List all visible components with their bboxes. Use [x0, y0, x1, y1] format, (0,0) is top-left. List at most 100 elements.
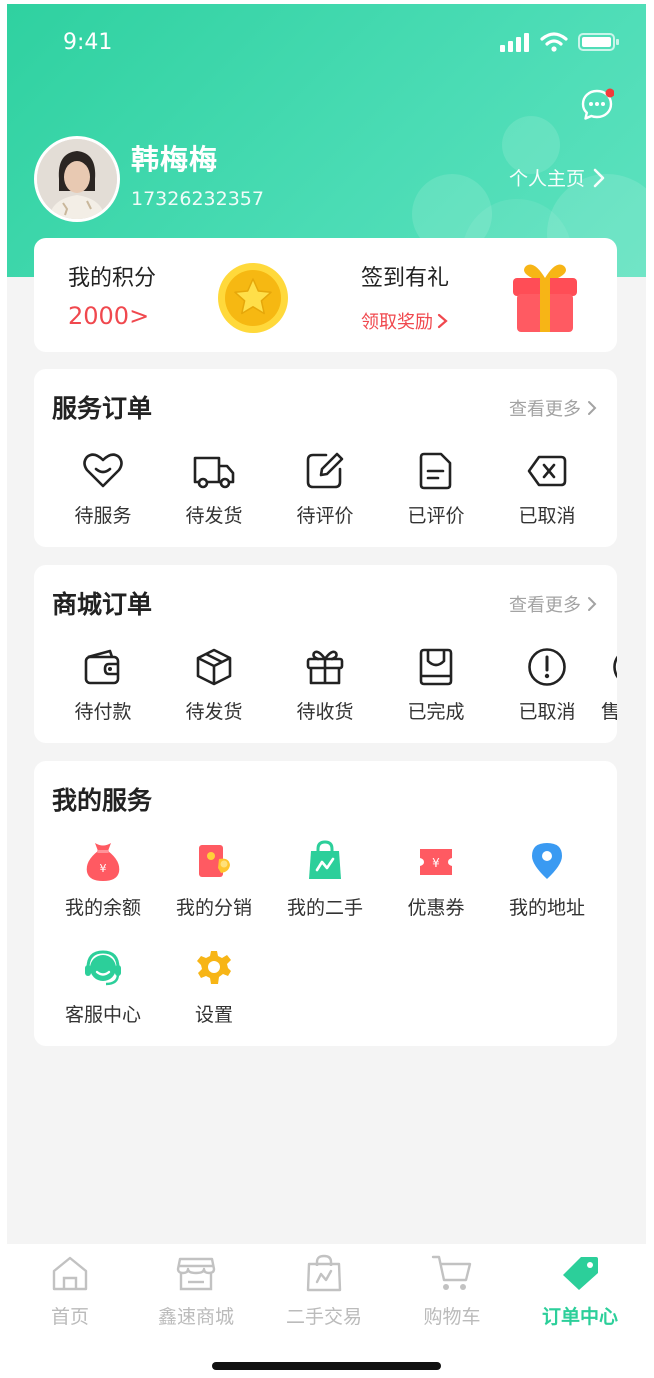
order-status-label: 待服务 — [74, 505, 132, 527]
order-status-label: 待付款 — [74, 701, 132, 723]
order-status-label: 待发货 — [185, 701, 243, 723]
tab-label: 购物车 — [423, 1306, 481, 1328]
service-address[interactable]: 我的地址 — [497, 839, 597, 920]
wifi-icon — [540, 32, 568, 52]
service-orders-card: 服务订单 查看更多 待服务 待发货 待评价 已评价 已取消 — [34, 369, 617, 547]
app-screen: 9:41 韩梅梅 17326232357 个人主页 我的积分 2000> 签到有… — [7, 4, 646, 1378]
completed-icon — [419, 648, 453, 686]
service-balance[interactable]: ¥ 我的余额 — [53, 839, 153, 920]
profile-header: 9:41 韩梅梅 17326232357 个人主页 — [7, 4, 646, 277]
wallet-icon — [84, 649, 120, 685]
document-icon — [419, 452, 452, 490]
tab-label: 首页 — [50, 1306, 89, 1328]
mall-order-cancelled[interactable]: 已取消 — [497, 647, 597, 724]
service-secondhand[interactable]: 我的二手 — [275, 839, 375, 920]
signin-reward-label: 领取奖励 — [361, 312, 433, 333]
service-order-pending-service[interactable]: 待服务 — [53, 451, 153, 528]
chevron-right-icon — [588, 401, 597, 415]
user-name: 韩梅梅 — [131, 143, 219, 176]
service-order-cancelled[interactable]: 已取消 — [497, 451, 597, 528]
service-order-pending-review[interactable]: 待评价 — [275, 451, 375, 528]
status-time: 9:41 — [63, 30, 113, 55]
service-settings[interactable]: 设置 — [164, 946, 264, 1027]
tab-label: 订单中心 — [541, 1306, 618, 1328]
service-orders-more-link[interactable]: 查看更多 — [509, 395, 597, 421]
distribution-icon — [199, 845, 230, 877]
svg-text:¥: ¥ — [100, 862, 107, 875]
mall-order-pending-payment[interactable]: 待付款 — [53, 647, 153, 724]
service-order-pending-shipment[interactable]: 待发货 — [164, 451, 264, 528]
mall-orders-more-link[interactable]: 查看更多 — [509, 591, 597, 617]
points-title: 我的积分 — [68, 266, 157, 291]
service-label: 我的余额 — [64, 897, 141, 919]
status-icons — [500, 32, 620, 52]
home-indicator — [212, 1362, 441, 1370]
tab-secondhand[interactable]: 二手交易 — [269, 1254, 379, 1329]
points-number: 2000 — [68, 302, 130, 330]
order-status-label: 待收货 — [296, 701, 354, 723]
points-value[interactable]: 2000> — [68, 302, 149, 330]
tag-icon — [563, 1257, 598, 1290]
bottom-tab-bar: 首页 鑫速商城 二手交易 购物车 订单中心 — [7, 1244, 646, 1378]
service-coupon[interactable]: ¥ 优惠券 — [386, 839, 486, 920]
mall-orders-title: 商城订单 — [52, 590, 153, 619]
box-icon — [196, 648, 232, 686]
gift-box-icon[interactable] — [508, 258, 582, 334]
service-label: 我的分销 — [175, 897, 252, 919]
order-status-label: 已取消 — [518, 701, 576, 723]
more-label: 查看更多 — [509, 595, 581, 616]
tab-label: 二手交易 — [285, 1306, 362, 1328]
service-label: 设置 — [194, 1004, 233, 1026]
service-label: 我的二手 — [286, 897, 363, 919]
service-distribution[interactable]: 我的分销 — [164, 839, 264, 920]
location-icon — [532, 843, 562, 879]
homepage-link-label: 个人主页 — [509, 168, 586, 190]
chevron-right-icon — [593, 168, 605, 187]
shopping-bag-icon — [309, 840, 341, 879]
my-services-card: 我的服务 ¥ 我的余额 我的分销 我的二手 ¥ 优惠券 我的地址 客服中心 设置 — [34, 761, 617, 1046]
order-status-label: 售 — [601, 701, 617, 723]
message-icon[interactable] — [580, 88, 614, 122]
order-status-label: 已完成 — [407, 701, 465, 723]
coin-star-icon — [218, 263, 288, 333]
store-icon — [176, 1257, 216, 1291]
more-label: 查看更多 — [509, 399, 581, 420]
avatar-photo — [37, 139, 117, 219]
tab-order-center[interactable]: 订单中心 — [525, 1254, 635, 1329]
service-label: 客服中心 — [64, 1004, 141, 1026]
mall-orders-card: 商城订单 查看更多 待付款 待发货 待收货 已完成 已取消 售 — [34, 565, 617, 743]
mall-order-after-sale[interactable]: 售 — [597, 647, 617, 724]
order-status-label: 已评价 — [407, 505, 465, 527]
svg-text:¥: ¥ — [432, 856, 440, 870]
service-order-reviewed[interactable]: 已评价 — [386, 451, 486, 528]
points-card: 我的积分 2000> 签到有礼 领取奖励 — [34, 238, 617, 352]
settings-gear-icon — [197, 951, 231, 984]
chevron-right-icon — [437, 313, 448, 329]
avatar[interactable] — [34, 136, 120, 222]
service-label: 我的地址 — [508, 897, 585, 919]
order-status-label: 待发货 — [185, 505, 243, 527]
tab-cart[interactable]: 购物车 — [397, 1254, 507, 1329]
signal-icon — [500, 33, 529, 52]
secondhand-bag-icon — [306, 1254, 342, 1292]
homepage-link[interactable]: 个人主页 — [509, 164, 605, 191]
home-icon — [52, 1256, 88, 1291]
mall-order-pending-receipt[interactable]: 待收货 — [275, 647, 375, 724]
cancel-icon — [527, 455, 567, 487]
chevron-right-icon — [588, 597, 597, 611]
tab-store[interactable]: 鑫速商城 — [141, 1254, 251, 1329]
money-bag-icon: ¥ — [86, 843, 120, 881]
user-phone: 17326232357 — [131, 188, 264, 210]
battery-icon — [578, 33, 619, 51]
coupon-icon: ¥ — [420, 849, 452, 875]
alert-icon — [528, 648, 566, 686]
signin-reward-link[interactable]: 领取奖励 — [361, 308, 449, 334]
tab-home[interactable]: 首页 — [15, 1254, 125, 1329]
service-customer-center[interactable]: 客服中心 — [53, 946, 153, 1027]
points-arrow: > — [129, 302, 150, 330]
order-status-label: 待评价 — [296, 505, 354, 527]
mall-order-completed[interactable]: 已完成 — [386, 647, 486, 724]
mall-order-pending-shipment[interactable]: 待发货 — [164, 647, 264, 724]
order-status-label: 已取消 — [518, 505, 576, 527]
cart-icon — [431, 1255, 472, 1290]
